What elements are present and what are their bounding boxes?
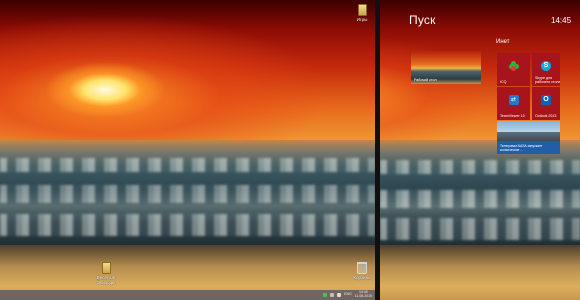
- wave-foam: [0, 214, 375, 236]
- desktop-icon-episodes[interactable]: Веселые Эпизоды: [88, 262, 124, 285]
- tile-label: ICQ: [500, 80, 507, 84]
- folder-icon: [101, 262, 111, 274]
- tile-skype[interactable]: S Skype для рабочего стола: [532, 53, 560, 86]
- start-screen: Пуск 14:45 Инет Рабочий стол ICQ S Skype…: [380, 0, 580, 300]
- tile-group-title[interactable]: Инет: [496, 39, 510, 45]
- tray-app-icon[interactable]: [323, 293, 328, 297]
- tile-label: Outlook 2013: [535, 114, 557, 118]
- icq-icon: [508, 61, 519, 72]
- desktop-icon-recycle-bin[interactable]: Корзина: [344, 262, 380, 280]
- tile-label: TeamViewer 10: [500, 114, 525, 118]
- wave-foam: [0, 158, 375, 172]
- recycle-bin-icon: [357, 262, 367, 274]
- desktop-icon-games[interactable]: Игры: [344, 4, 380, 22]
- system-tray: ENG 14:45 11.08.2015: [323, 290, 372, 300]
- tile-outlook[interactable]: O Outlook 2013: [532, 87, 560, 120]
- start-title: Пуск: [409, 13, 436, 27]
- wallpaper-sky: [0, 0, 375, 150]
- desktop-icon-label: Корзина: [353, 275, 371, 280]
- start-clock: 14:45: [551, 16, 572, 25]
- tile-news[interactable]: Телеграмм NASA запускает космические ...: [497, 121, 560, 154]
- folder-icon: [357, 4, 367, 16]
- volume-icon[interactable]: [337, 293, 342, 297]
- desktop-icon-label: Игры: [356, 17, 368, 22]
- taskbar[interactable]: ENG 14:45 11.08.2015: [0, 290, 375, 300]
- tile-label: Телеграмм NASA запускает космические ...: [500, 144, 543, 152]
- desktop-wallpaper: [0, 0, 375, 300]
- wave-foam: [0, 185, 375, 203]
- taskbar-date: 11.08.2015: [354, 294, 372, 298]
- tile-label: Рабочий стол: [414, 78, 437, 82]
- language-indicator[interactable]: ENG: [344, 293, 352, 297]
- news-photo: [497, 121, 560, 141]
- tile-label: Skype для рабочего стола: [535, 76, 560, 84]
- skype-icon: S: [541, 61, 551, 72]
- outlook-icon: O: [541, 95, 551, 106]
- tile-icq[interactable]: ICQ: [497, 53, 530, 86]
- tile-desktop[interactable]: Рабочий стол: [411, 51, 481, 84]
- taskbar-clock[interactable]: 14:45 11.08.2015: [355, 291, 372, 298]
- network-icon[interactable]: [330, 293, 335, 297]
- teamviewer-icon: ⇄: [508, 95, 519, 106]
- desktop-icon-label: Веселые Эпизоды: [96, 275, 116, 285]
- tile-teamviewer[interactable]: ⇄ TeamViewer 10: [497, 87, 530, 120]
